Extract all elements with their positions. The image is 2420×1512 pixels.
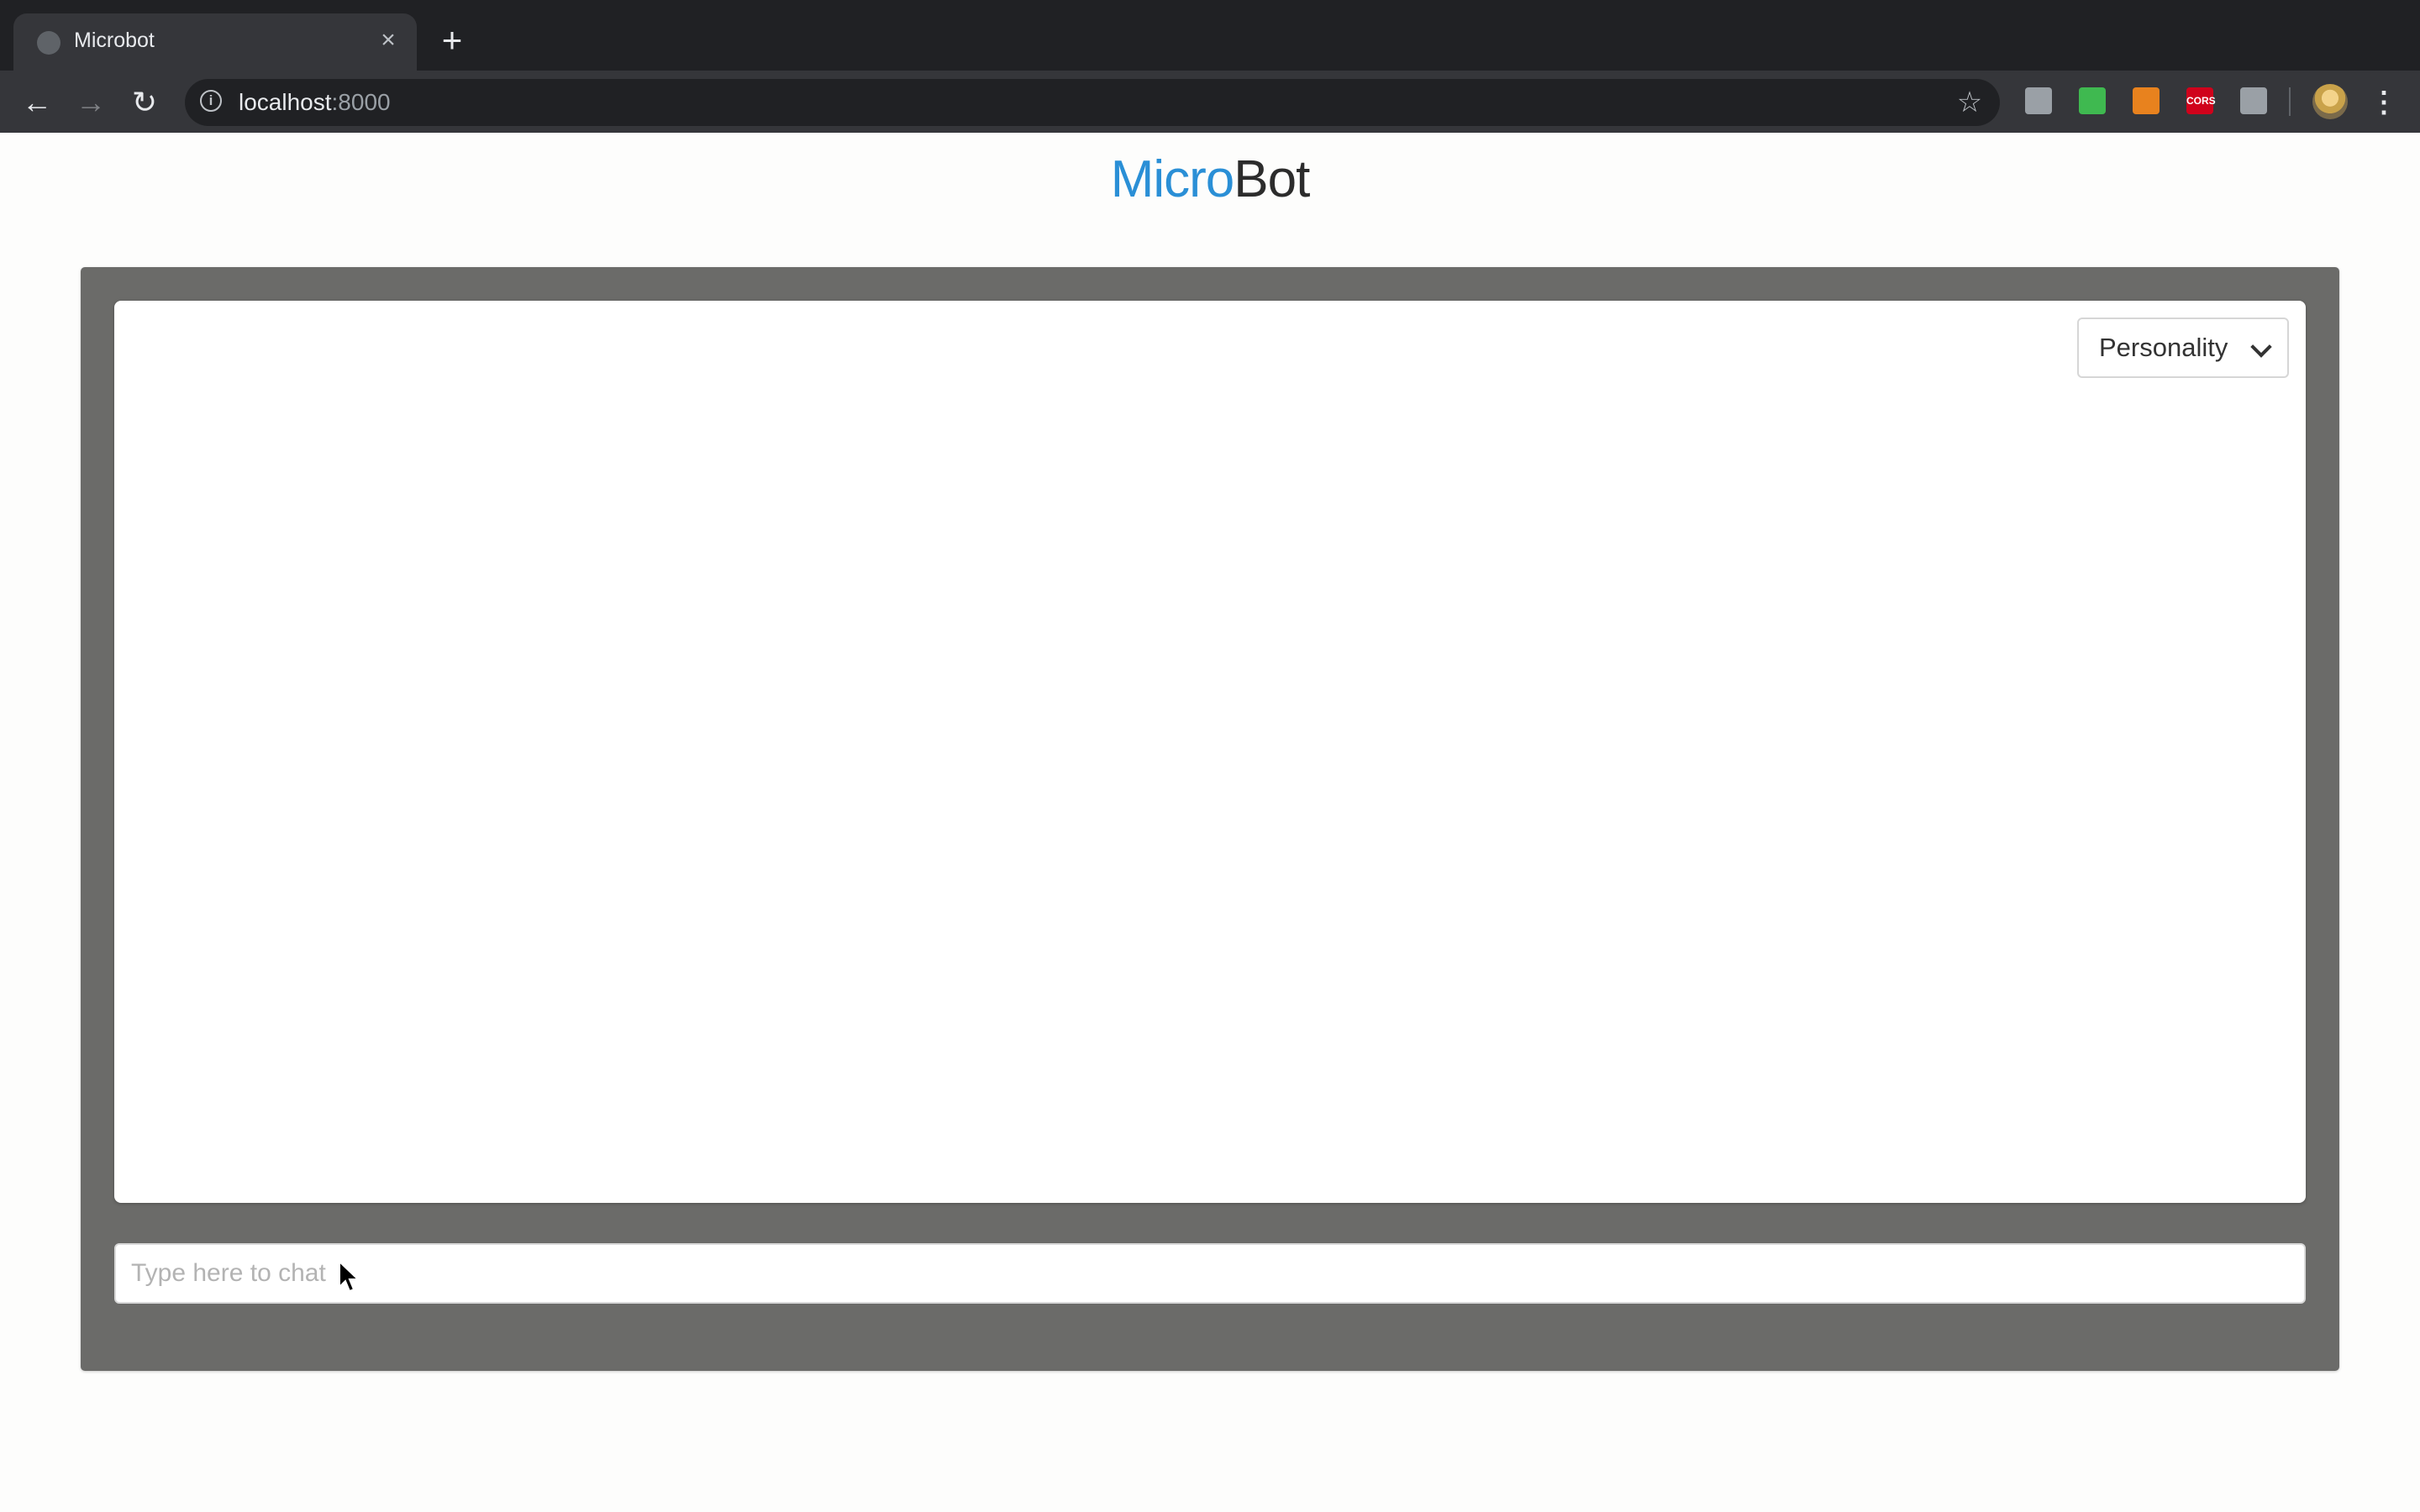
back-button[interactable]: ← (18, 84, 55, 121)
toolbar-divider (2289, 87, 2291, 116)
browser-tab[interactable]: Microbot × (13, 13, 417, 71)
tab-title: Microbot (74, 29, 155, 52)
personality-dropdown[interactable]: Personality (2077, 318, 2289, 378)
green-extension-icon[interactable] (2079, 87, 2106, 114)
forward-button[interactable]: → (72, 84, 109, 121)
browser-toolbar: ← → ↻ i localhost:8000 ☆ CORS ⋮ (0, 71, 2420, 133)
extension-label: CORS (2186, 95, 2216, 107)
brand-micro: Micro (1110, 150, 1235, 208)
close-icon[interactable]: × (373, 25, 403, 55)
url-text: localhost:8000 (239, 89, 391, 116)
chat-messages-area: Personality (114, 301, 2306, 1203)
page-title: MicroBot (0, 150, 2420, 209)
fox-extension-icon[interactable] (2133, 87, 2160, 114)
turtle-extension-icon[interactable] (2025, 87, 2052, 114)
chat-panel: Personality (81, 267, 2339, 1371)
kebab-menu-icon[interactable]: ⋮ (2370, 84, 2398, 121)
globe-icon (37, 31, 60, 55)
info-icon[interactable]: i (200, 90, 222, 112)
tab-strip: Microbot × + (0, 0, 2420, 71)
chat-input[interactable] (114, 1243, 2306, 1304)
brand-bot: Bot (1234, 150, 1310, 208)
chevron-down-icon (2250, 336, 2272, 358)
url-host: localhost (239, 89, 332, 115)
url-port: :8000 (331, 89, 391, 115)
personality-label: Personality (2099, 333, 2228, 362)
address-bar[interactable]: i localhost:8000 ☆ (185, 79, 2000, 126)
profile-avatar[interactable] (2312, 84, 2348, 119)
grey-extension-icon[interactable] (2240, 87, 2267, 114)
mouse-cursor-icon (339, 1260, 360, 1293)
new-tab-button[interactable]: + (434, 23, 471, 60)
cors-extension-icon[interactable]: CORS (2186, 87, 2216, 114)
reload-button[interactable]: ↻ (126, 84, 163, 121)
bookmark-star-icon[interactable]: ☆ (1951, 84, 1988, 121)
